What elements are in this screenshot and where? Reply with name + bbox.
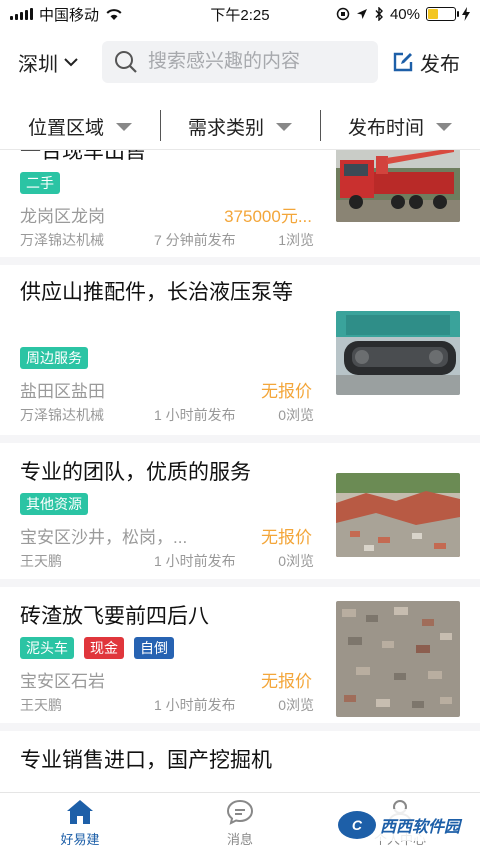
view-count: 0浏览 [278,553,314,569]
message-icon [226,799,254,825]
tab-home[interactable]: 好易建 [0,793,160,853]
list-item[interactable]: 专业的团队，优质的服务 其他资源 宝安区沙井，松岗，... 无报价 王天鹏 1 … [0,443,480,587]
list-item[interactable]: 专业销售进口，国产挖掘机 [0,731,480,792]
listing-title: 砖渣放飞要前四后八 [20,605,209,628]
top-header: 深圳 发布 [0,36,480,88]
city-label: 深圳 [18,53,58,76]
listing-thumbnail[interactable] [336,601,460,717]
status-right: 40% [336,6,470,23]
listing-location: 龙岗区龙岗 [20,207,105,226]
listing-title: 供应山推配件，长治液压泵等 [20,281,293,304]
orientation-lock-icon [336,7,350,21]
status-left: 中国移动 [10,4,123,25]
publish-time: 1 小时前发布 [154,697,236,713]
filter-label: 发布时间 [347,118,424,139]
list-item[interactable]: 砖渣放飞要前四后八 泥头车 现金 自倒 宝安区石岩 无报价 王天鹏 1 小时前发… [0,587,480,731]
listing-title: 专业的团队，优质的服务 [20,461,251,484]
listing-thumbnail[interactable] [336,150,460,222]
category-tag: 泥头车 [20,637,74,659]
tag-row: 其他资源 [20,493,88,515]
publish-time: 7 分钟前发布 [154,232,236,248]
listing-meta: 万泽锦达机械 1 小时前发布 0浏览 [20,405,314,425]
publish-button[interactable]: 发布 [392,48,460,77]
wifi-icon [106,9,122,20]
list-item[interactable]: 一台现车出售 二手 龙岗区龙岗 375000元... 万泽锦达机械 7 分钟前发… [0,150,480,265]
bottom-tab-bar: 好易建 消息 个人中心 C 西西软件园 [0,792,480,853]
search-icon [115,51,137,73]
filter-category[interactable]: 需求类别 [160,104,320,149]
listing-price: 无报价 [261,528,312,547]
edit-icon [393,52,413,72]
caret-down-icon [116,122,132,131]
listing-title: 专业销售进口，国产挖掘机 [20,749,272,772]
view-count: 0浏览 [278,697,314,713]
listing-meta: 王天鹏 1 小时前发布 0浏览 [20,551,314,571]
publish-time: 1 小时前发布 [154,407,236,423]
tag-row: 二手 [20,172,60,194]
listing-price: 375000元... [224,207,312,226]
listing-location: 宝安区沙井，松岗，... [20,528,188,547]
excavator-track-image [336,311,460,395]
truck-crane-image [336,150,460,222]
publisher-name: 王天鹏 [20,553,62,569]
listing-list[interactable]: 一台现车出售 二手 龙岗区龙岗 375000元... 万泽锦达机械 7 分钟前发… [0,150,480,792]
listing-location: 盐田区盐田 [20,382,105,401]
filter-label: 需求类别 [187,118,264,139]
home-icon [67,799,93,824]
caret-down-icon [276,122,292,131]
watermark-text: 西西软件园 [379,819,460,836]
publish-label: 发布 [420,53,460,76]
chevron-down-icon [64,57,78,66]
publish-time: 1 小时前发布 [154,553,236,569]
carrier-label: 中国移动 [39,6,100,24]
listing-meta: 王天鹏 1 小时前发布 0浏览 [20,695,314,715]
filter-label: 位置区域 [27,118,104,139]
listing-location: 宝安区石岩 [20,672,105,691]
filter-location[interactable]: 位置区域 [0,104,160,149]
tag-row: 泥头车 现金 自倒 [20,637,174,659]
brick-rubble-image [336,601,460,717]
listing-price: 无报价 [261,672,312,691]
payment-tag: 现金 [84,637,124,659]
filter-time[interactable]: 发布时间 [320,104,480,149]
tab-messages[interactable]: 消息 [160,793,320,853]
list-item[interactable]: 供应山推配件，长治液压泵等 周边服务 盐田区盐田 无报价 万泽锦达机械 1 小时… [0,265,480,443]
category-tag: 二手 [20,172,60,194]
listing-thumbnail[interactable] [336,473,460,557]
tab-label: 消息 [226,831,253,847]
view-count: 0浏览 [278,407,314,423]
battery-icon [426,7,459,21]
view-count: 1浏览 [278,232,314,248]
category-tag: 周边服务 [20,347,88,369]
city-selector[interactable]: 深圳 [18,48,102,77]
category-tag: 其他资源 [20,493,88,515]
publisher-name: 万泽锦达机械 [20,232,104,248]
cell-signal-icon [10,8,33,20]
brick-debris-image [336,473,460,557]
filter-bar: 位置区域 需求类别 发布时间 [0,104,480,150]
site-watermark: C 西西软件园 [331,809,466,841]
status-bar: 中国移动 下午2:25 40% [0,0,480,28]
search-box[interactable] [102,41,378,83]
publisher-name: 万泽锦达机械 [20,407,104,423]
publisher-name: 王天鹏 [20,697,62,713]
location-icon [356,9,367,19]
listing-meta: 万泽锦达机械 7 分钟前发布 1浏览 [20,230,314,250]
watermark-logo: C [337,811,376,839]
caret-down-icon [436,122,452,131]
battery-percent: 40% [389,5,420,23]
tab-label: 好易建 [60,831,100,847]
charging-icon [462,7,470,21]
listing-title: 一台现车出售 [20,150,146,163]
search-input[interactable] [148,51,358,73]
tag-row: 周边服务 [20,347,88,369]
bluetooth-icon [375,7,383,21]
listing-price: 无报价 [261,382,312,401]
unload-tag: 自倒 [134,637,174,659]
listing-thumbnail[interactable] [336,311,460,395]
